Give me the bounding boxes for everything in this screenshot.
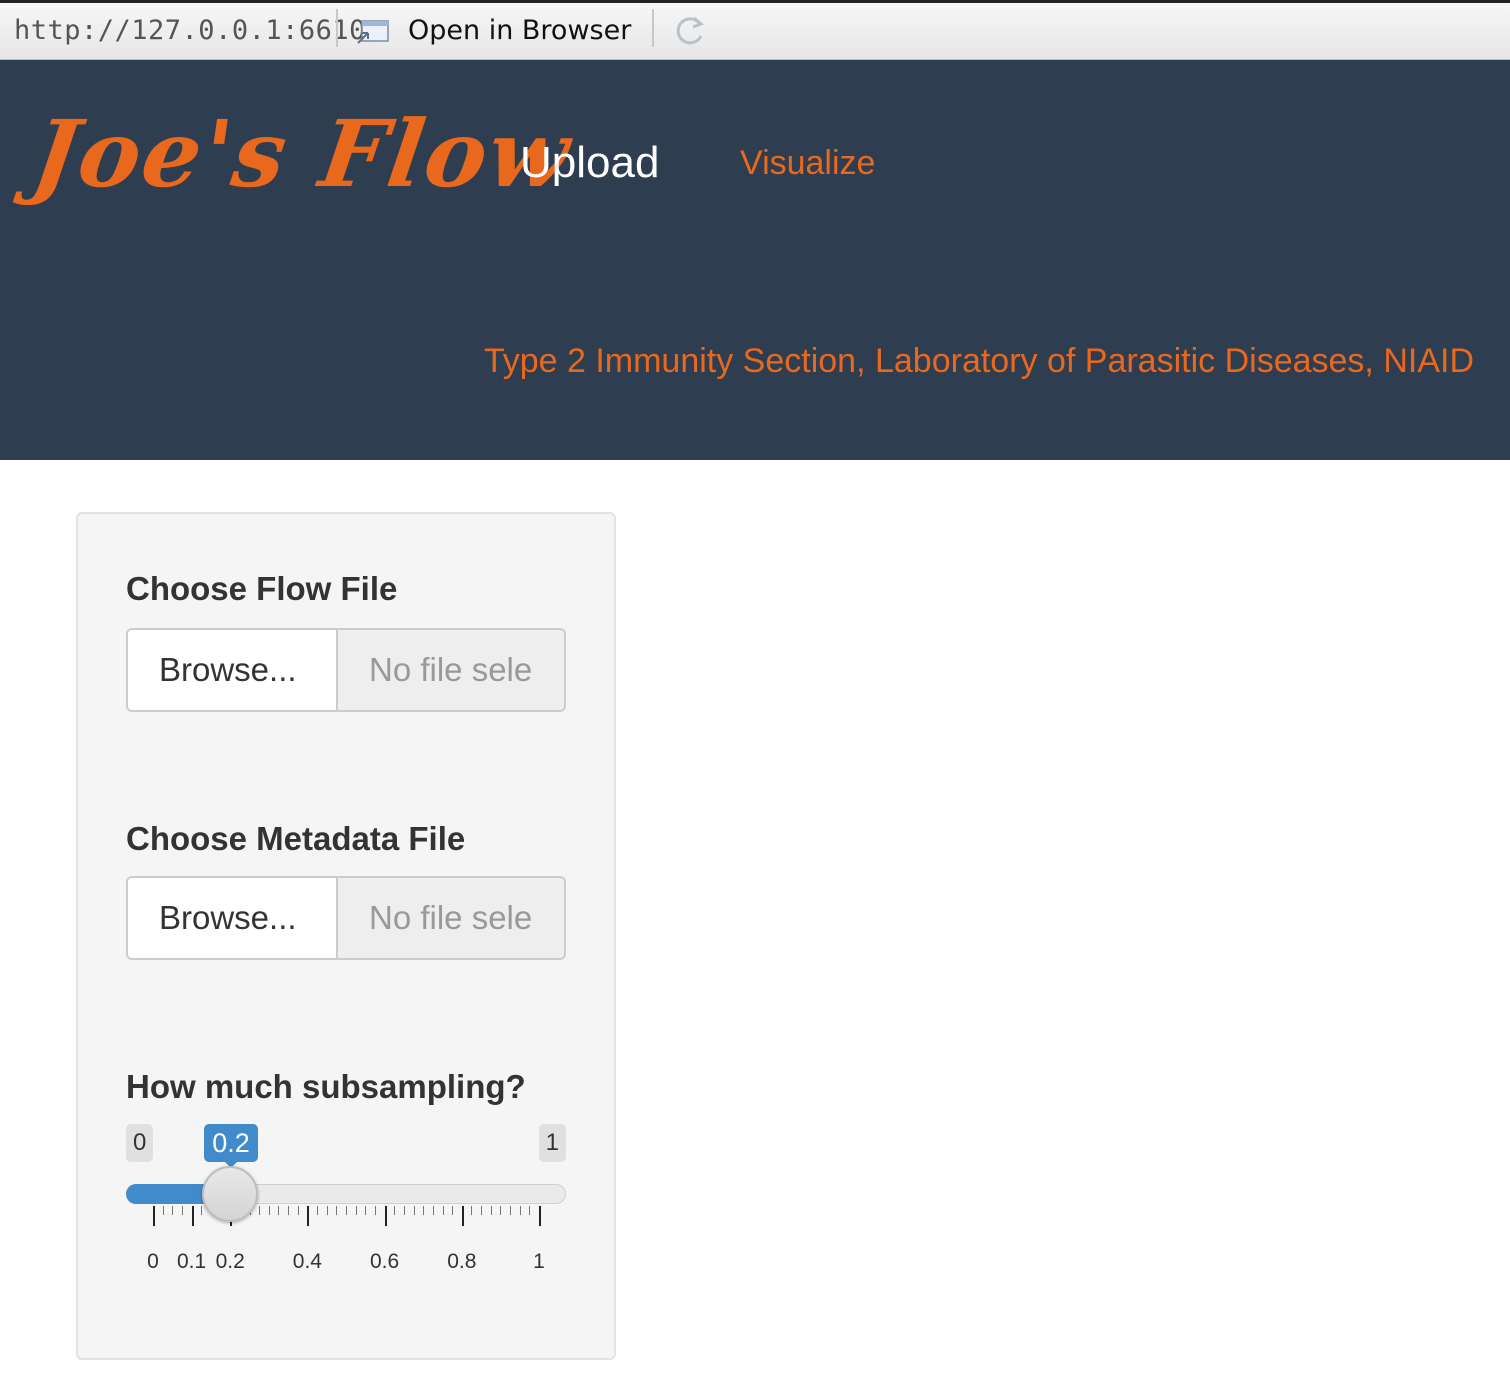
slider-value-label: 0.2 xyxy=(204,1124,258,1168)
slider-minor-tick xyxy=(288,1206,290,1215)
flow-file-input: Browse... No file sele xyxy=(126,628,566,712)
slider-minor-tick xyxy=(297,1206,299,1215)
slider-minor-tick xyxy=(278,1206,280,1215)
upload-sidebar-panel: Choose Flow File Browse... No file sele … xyxy=(76,512,616,1360)
slider-major-tick xyxy=(539,1206,541,1226)
url-text: http://127.0.0.1:6610 xyxy=(14,15,366,46)
slider-handle[interactable] xyxy=(202,1166,259,1222)
slider-tick-label: 0.2 xyxy=(215,1250,245,1273)
slider-minor-tick xyxy=(471,1206,473,1215)
slider-tick-label: 0 xyxy=(147,1250,159,1273)
slider-major-tick xyxy=(461,1206,464,1226)
slider-minor-tick xyxy=(423,1206,425,1215)
lab-subtitle: Type 2 Immunity Section, Laboratory of P… xyxy=(483,342,1474,380)
metadata-file-label: Choose Metadata File xyxy=(126,820,466,857)
metadata-file-browse-button[interactable]: Browse... xyxy=(128,878,338,958)
metadata-file-name-field[interactable]: No file sele xyxy=(338,878,564,958)
slider-max-label: 1 xyxy=(538,1124,566,1162)
slider-tick-label: 0.1 xyxy=(176,1250,207,1273)
slider-major-tick xyxy=(384,1206,387,1226)
toolbar-divider xyxy=(336,9,338,47)
slider-minor-tick xyxy=(529,1206,531,1215)
app-navbar: Joe's Flow Upload Visualize Type 2 Immun… xyxy=(0,60,1510,460)
browser-toolbar: http://127.0.0.1:6610 Open in Browser xyxy=(0,0,1510,60)
slider-minor-tick xyxy=(355,1206,357,1215)
tab-visualize[interactable]: Visualize xyxy=(740,144,875,183)
slider-minor-tick xyxy=(317,1206,319,1215)
slider-minor-tick xyxy=(201,1206,203,1215)
open-in-browser-button[interactable]: Open in Browser xyxy=(408,15,631,46)
open-in-browser-icon[interactable] xyxy=(356,17,392,47)
slider-major-tick xyxy=(153,1206,155,1226)
slider-minor-tick xyxy=(346,1206,347,1215)
slider-minor-tick xyxy=(519,1206,521,1215)
slider-minor-tick xyxy=(413,1206,415,1215)
slider-minor-tick xyxy=(442,1206,444,1215)
slider-minor-tick xyxy=(403,1206,405,1215)
slider-tick-label: 0.8 xyxy=(447,1250,477,1273)
slider-tick-label: 1 xyxy=(533,1250,545,1273)
slider-grid xyxy=(126,1206,566,1236)
slider-tick-label: 0.4 xyxy=(292,1250,322,1273)
slider-minor-tick xyxy=(481,1206,483,1215)
refresh-icon[interactable] xyxy=(670,12,708,50)
slider-major-tick xyxy=(307,1206,310,1226)
slider-minor-tick xyxy=(500,1206,502,1215)
slider-minor-tick xyxy=(336,1206,338,1215)
slider-minor-tick xyxy=(510,1206,512,1215)
slider-minor-tick xyxy=(394,1206,396,1215)
subsampling-slider[interactable]: 0 1 0.2 0 0.1 0.2 0.4 0.6 0.8 1 xyxy=(126,1114,566,1274)
slider-tick-label: 0.6 xyxy=(369,1250,400,1273)
slider-minor-tick xyxy=(172,1206,174,1215)
slider-minor-tick xyxy=(374,1206,376,1215)
brand-logo: Joe's Flow xyxy=(26,100,578,208)
flow-file-label: Choose Flow File xyxy=(126,570,398,607)
toolbar-divider xyxy=(652,9,654,47)
flow-file-browse-button[interactable]: Browse... xyxy=(128,630,338,710)
slider-minor-tick xyxy=(365,1206,367,1215)
slider-minor-tick xyxy=(490,1206,492,1215)
slider-minor-tick xyxy=(181,1206,183,1215)
slider-minor-tick xyxy=(432,1206,434,1215)
slider-minor-tick xyxy=(268,1206,270,1215)
slider-minor-tick xyxy=(326,1206,328,1215)
flow-file-name-field[interactable]: No file sele xyxy=(338,630,564,710)
tab-upload[interactable]: Upload xyxy=(520,138,659,188)
slider-min-label: 0 xyxy=(126,1124,154,1162)
slider-minor-tick xyxy=(452,1206,454,1215)
slider-major-tick xyxy=(191,1206,194,1226)
slider-minor-tick xyxy=(259,1206,261,1215)
metadata-file-input: Browse... No file sele xyxy=(126,876,566,960)
slider-minor-tick xyxy=(162,1206,164,1215)
subsampling-label: How much subsampling? xyxy=(126,1068,526,1105)
